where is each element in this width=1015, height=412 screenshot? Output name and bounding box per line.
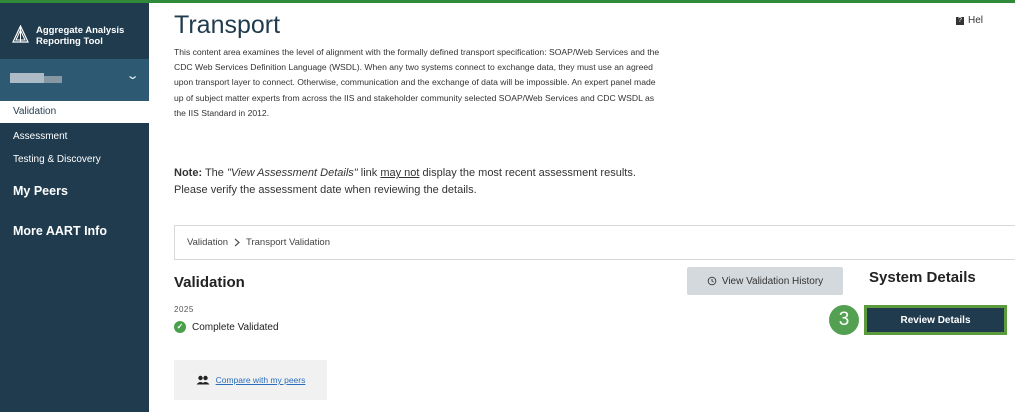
redacted-name	[10, 73, 44, 83]
logo-icon	[12, 25, 29, 43]
brand-line-1: Aggregate Analysis	[36, 25, 125, 36]
redacted-name-suffix	[44, 76, 62, 83]
breadcrumb-bar: Validation Transport Validation	[174, 225, 1015, 260]
page-title: Transport	[174, 11, 281, 39]
system-details-heading: System Details	[869, 269, 976, 286]
validation-status: ✓ Complete Validated	[174, 321, 279, 333]
chevron-right-icon	[234, 238, 240, 247]
sidebar-item-validation[interactable]: Validation	[0, 101, 149, 123]
review-details-button[interactable]: Review Details	[867, 308, 1004, 332]
sidebar-item-more-aart-info[interactable]: More AART Info	[13, 224, 107, 238]
people-icon	[196, 375, 210, 385]
note-part-1: The	[202, 167, 227, 179]
chevron-down-icon: ⌄	[125, 70, 140, 82]
validation-year: 2025	[174, 305, 194, 314]
breadcrumb-item-transport-validation: Transport Validation	[246, 237, 330, 248]
note-emphasis: "View Assessment Details"	[226, 167, 358, 179]
brand-line-2: Reporting Tool	[36, 36, 103, 47]
history-icon	[707, 276, 717, 286]
help-link[interactable]: ? Hel	[956, 15, 983, 26]
sidebar-item-assessment[interactable]: Assessment	[13, 131, 67, 142]
breadcrumb-item-validation[interactable]: Validation	[187, 237, 228, 248]
validation-status-label: Complete Validated	[192, 321, 279, 333]
note-text: Note: The "View Assessment Details" link…	[174, 165, 654, 199]
sidebar-item-testing-discovery[interactable]: Testing & Discovery	[13, 154, 101, 165]
review-details-highlight: Review Details	[864, 305, 1007, 335]
note-part-2: link	[357, 167, 381, 179]
note-underline: may not	[380, 167, 420, 179]
breadcrumb: Validation Transport Validation	[187, 237, 330, 248]
sidebar: Aggregate Analysis Reporting Tool ⌄ Vali…	[0, 3, 149, 412]
check-circle-icon: ✓	[174, 321, 186, 333]
sidebar-item-label: Validation	[13, 106, 57, 117]
view-validation-history-label: View Validation History	[721, 275, 824, 287]
compare-with-peers-link[interactable]: Compare with my peers	[216, 375, 306, 385]
note-label: Note:	[174, 167, 203, 179]
help-icon: ?	[956, 16, 964, 25]
main-content: Transport ? Hel This content area examin…	[149, 3, 1015, 412]
compare-peers-box: Compare with my peers	[174, 360, 327, 400]
view-validation-history-button[interactable]: View Validation History	[687, 267, 843, 295]
description-text: This content area examines the level of …	[174, 47, 660, 118]
sidebar-item-my-peers[interactable]: My Peers	[13, 184, 68, 198]
step-badge: 3	[829, 305, 859, 335]
help-label: Hel	[968, 15, 984, 26]
validation-heading: Validation	[174, 274, 245, 291]
brand-logo[interactable]: Aggregate Analysis Reporting Tool	[12, 25, 124, 47]
user-selector[interactable]: ⌄	[0, 59, 149, 101]
brand-name: Aggregate Analysis Reporting Tool	[36, 25, 124, 47]
